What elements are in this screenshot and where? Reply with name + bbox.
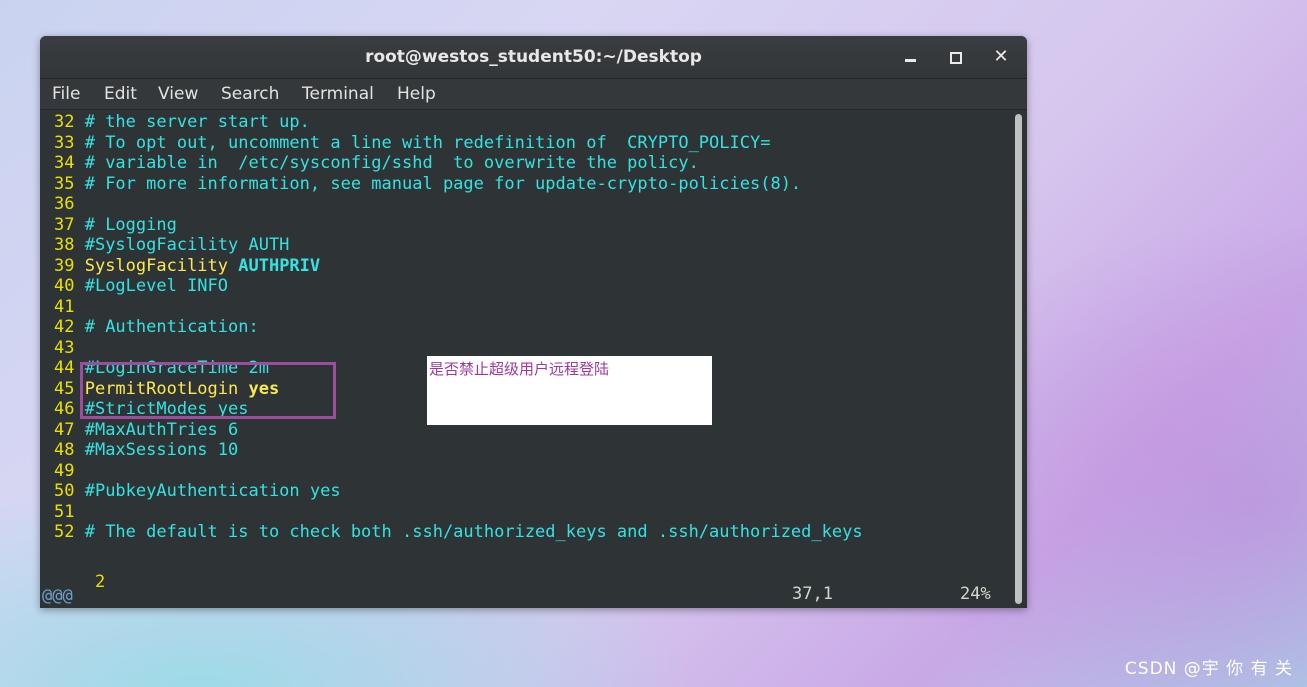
line-number: 52: [54, 522, 75, 542]
terminal-line: 36: [54, 194, 74, 214]
line-number: 40: [54, 276, 75, 296]
line-text: # The default is to check both .ssh/auth…: [74, 522, 863, 542]
line-text: # variable in /etc/sysconfig/sshd to ove…: [74, 153, 699, 173]
truncation-marker: @@@: [42, 586, 73, 606]
maximize-button[interactable]: [944, 45, 968, 69]
line-number: 34: [54, 153, 75, 173]
terminal-line: 38 #SyslogFacility AUTH: [54, 235, 289, 255]
cursor-position: 37,1: [792, 584, 833, 604]
line-number: 45: [54, 378, 75, 399]
maximize-icon: [950, 52, 962, 64]
terminal-line: 32 # the server start up.: [54, 112, 310, 132]
line-number: 42: [54, 317, 75, 337]
terminal-line: 41: [54, 297, 74, 317]
terminal-line: 52 # The default is to check both .ssh/a…: [54, 522, 863, 542]
line-text: # Logging: [74, 214, 177, 235]
minimize-icon: [904, 59, 916, 62]
line-text: # the server start up.: [74, 112, 310, 132]
line-number: 36: [54, 194, 75, 214]
menu-file[interactable]: File: [52, 84, 80, 104]
line-number: 46: [54, 399, 75, 419]
line-number: 33: [54, 132, 75, 153]
menu-help[interactable]: Help: [397, 84, 436, 104]
line-number: 49: [54, 460, 75, 481]
terminal-line: 35 # For more information, see manual pa…: [54, 174, 801, 194]
line-number: 43: [54, 337, 75, 358]
scrollbar-thumb[interactable]: [1015, 114, 1022, 604]
line-number: 50: [54, 481, 75, 501]
terminal-line: 37 # Logging: [54, 215, 177, 235]
line-text: #SyslogFacility AUTH: [74, 235, 290, 255]
window-title: root@westos_student50:~/Desktop: [365, 47, 702, 67]
annotation-text: 是否禁止超级用户远程登陆: [429, 360, 610, 378]
line-number: 51: [54, 501, 75, 522]
menu-terminal[interactable]: Terminal: [302, 84, 374, 104]
line-text: #MaxSessions 10: [74, 440, 239, 460]
menu-bar: File Edit View Search Terminal Help: [40, 79, 1027, 110]
terminal-line: 40 #LogLevel INFO: [54, 276, 228, 296]
terminal-line: 42 # Authentication:: [54, 317, 259, 337]
terminal-line: 43: [54, 338, 74, 358]
wrap-continuation: 2: [94, 572, 106, 592]
terminal-line: 34 # variable in /etc/sysconfig/sshd to …: [54, 153, 699, 173]
line-text: # Authentication:: [74, 317, 259, 337]
minimize-button[interactable]: [898, 45, 922, 69]
terminal-window[interactable]: root@westos_student50:~/Desktop ✕ File E…: [40, 36, 1027, 608]
menu-search[interactable]: Search: [221, 84, 279, 104]
annotation-box: 是否禁止超级用户远程登陆: [427, 356, 712, 425]
terminal-line: 48 #MaxSessions 10: [54, 440, 238, 460]
title-bar[interactable]: root@westos_student50:~/Desktop ✕: [40, 36, 1027, 79]
line-text: AUTHPRIV: [238, 255, 321, 276]
close-icon: ✕: [993, 46, 1009, 67]
line-text: SyslogFacility: [74, 255, 239, 276]
terminal-line: 50 #PubkeyAuthentication yes: [54, 481, 341, 501]
terminal-line: 49: [54, 461, 74, 481]
scrollbar[interactable]: [1012, 110, 1027, 608]
terminal-line: 39 SyslogFacility AUTHPRIV: [54, 256, 320, 276]
menu-edit[interactable]: Edit: [104, 84, 137, 104]
scroll-percent: 24%: [960, 584, 991, 604]
terminal-line: 47 #MaxAuthTries 6: [54, 420, 238, 440]
line-text: #PubkeyAuthentication yes: [74, 481, 341, 501]
line-number: 48: [54, 440, 75, 460]
watermark: CSDN @宇 你 有 关: [1124, 659, 1293, 679]
terminal-line: 33 # To opt out, uncomment a line with r…: [54, 133, 770, 153]
truncation-text: @@@: [42, 586, 73, 606]
line-number: 37: [54, 214, 75, 235]
line-text: # For more information, see manual page …: [74, 173, 802, 194]
menu-view[interactable]: View: [158, 84, 198, 104]
line-text: #LogLevel INFO: [74, 276, 229, 296]
line-number: 41: [54, 296, 75, 317]
line-number: 47: [54, 419, 75, 440]
close-button[interactable]: ✕: [989, 45, 1013, 69]
highlight-box: [80, 362, 336, 419]
line-number: 44: [54, 358, 75, 378]
line-number: 35: [54, 173, 75, 194]
terminal-line: 51: [54, 502, 74, 522]
line-text: #MaxAuthTries 6: [74, 419, 239, 440]
line-text: # To opt out, uncomment a line with rede…: [74, 132, 771, 153]
line-number: 32: [54, 112, 75, 132]
line-number: 38: [54, 235, 75, 255]
line-number: 39: [54, 255, 75, 276]
